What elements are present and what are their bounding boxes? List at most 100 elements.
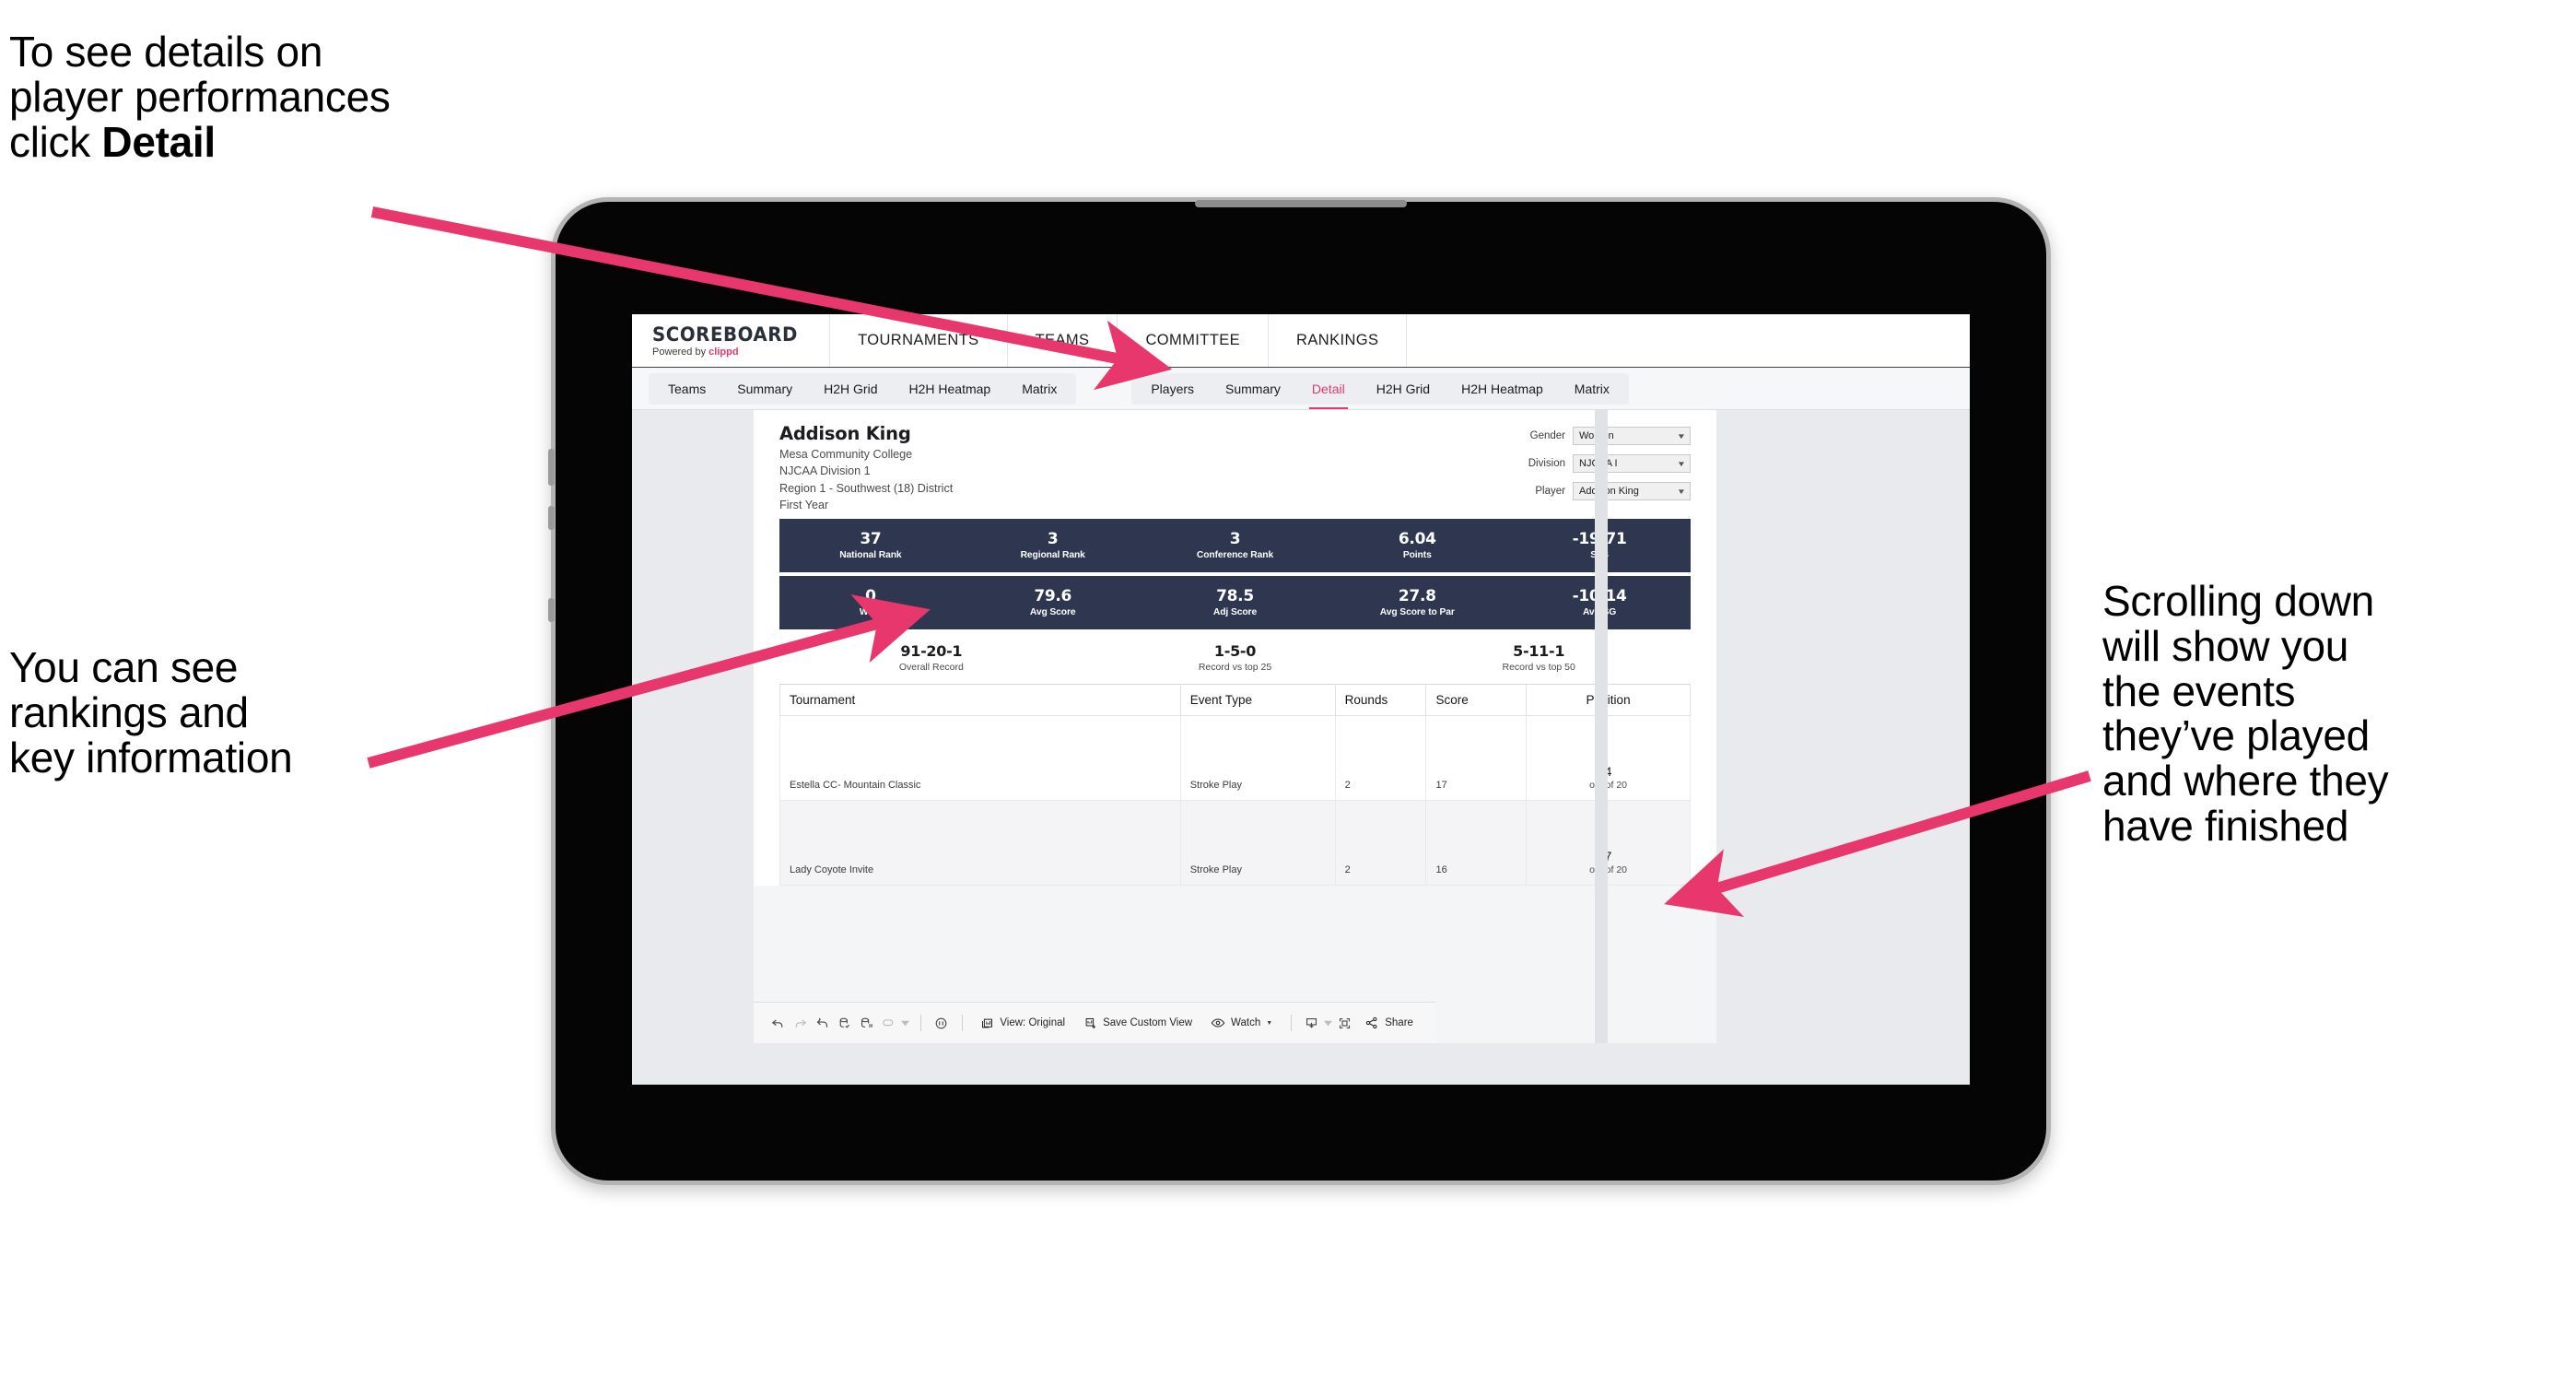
save-custom-view-button[interactable]: Save Custom View (1074, 1016, 1201, 1030)
filter-division: Division NJCAA I ▼ (1528, 454, 1691, 473)
share-label: Share (1385, 1017, 1413, 1028)
loop-icon[interactable] (877, 1007, 899, 1039)
view-original-button[interactable]: View: Original (971, 1016, 1074, 1030)
share-button[interactable]: Share (1355, 1016, 1423, 1030)
filter-player-label: Player (1535, 486, 1565, 497)
annotation-rankings: You can see rankings and key information (9, 643, 293, 781)
pause-auto-update-icon[interactable] (931, 1007, 953, 1039)
topnav-tournaments[interactable]: TOURNAMENTS (830, 314, 1008, 367)
filter-gender-select[interactable]: Women ▼ (1573, 427, 1691, 445)
stat-value: 27.8 (1398, 586, 1436, 605)
bottom-toolbar: View: Original Save Custom View Watch ▼ (754, 1002, 1435, 1043)
topnav-rankings[interactable]: RANKINGS (1269, 314, 1408, 367)
record-value: 5-11-1 (1513, 642, 1565, 660)
brand-subtitle: Powered by clippd (652, 346, 807, 358)
undo-icon[interactable] (767, 1007, 789, 1039)
tab-team-h2h-heatmap[interactable]: H2H Heatmap (894, 373, 1007, 405)
player-meta: Mesa Community College NJCAA Division 1 … (779, 446, 953, 513)
stat-label: National Rank (839, 550, 902, 561)
chevron-down-icon[interactable] (899, 1007, 911, 1039)
filter-gender: Gender Women ▼ (1528, 427, 1691, 445)
position-number: 7 (1604, 849, 1612, 863)
player-division: NJCAA Division 1 (779, 464, 871, 478)
filter-player-select[interactable]: Addison King ▼ (1573, 482, 1691, 500)
player-region: Region 1 - Southwest (18) District (779, 481, 954, 495)
tab-player-h2h-grid[interactable]: H2H Grid (1361, 373, 1446, 405)
topnav-committee[interactable]: COMMITTEE (1118, 314, 1270, 367)
filter-division-select[interactable]: NJCAA I ▼ (1573, 454, 1691, 473)
record-label: Record vs top 50 (1502, 662, 1575, 673)
tab-players[interactable]: Players (1135, 373, 1210, 405)
col-header-rounds[interactable]: Rounds (1334, 684, 1427, 716)
tab-teams[interactable]: Teams (652, 373, 721, 405)
cell-tournament: Estella CC- Mountain Classic (779, 715, 1181, 801)
cell-score: 16 (1425, 800, 1528, 886)
pause-data-icon[interactable] (855, 1007, 877, 1039)
player-header-row: Addison King Mesa Community College NJCA… (779, 423, 1691, 513)
download-icon[interactable] (1301, 1007, 1323, 1039)
device-button-power (548, 449, 555, 486)
watch-label: Watch (1231, 1017, 1261, 1028)
record-vs-top-50: 5-11-1 Record vs top 50 (1387, 642, 1691, 673)
chevron-down-icon: ▼ (1676, 487, 1687, 496)
annotation-scrolling: Scrolling down will show you the events … (2102, 577, 2389, 850)
events-table-head: Tournament Event Type Rounds Score Posit… (779, 684, 1691, 716)
tab-strip: Teams Summary H2H Grid H2H Heatmap Matri… (632, 368, 1970, 410)
device-button-volume-down (548, 598, 555, 622)
tab-team-matrix[interactable]: Matrix (1006, 373, 1072, 405)
stat-value: 79.6 (1034, 586, 1072, 605)
topnav-spacer (1407, 314, 1970, 367)
events-table: Tournament Event Type Rounds Score Posit… (779, 684, 1691, 886)
stats-band-primary: 37 National Rank 3 Regional Rank 3 Confe… (779, 519, 1691, 572)
col-header-score[interactable]: Score (1425, 684, 1528, 716)
brand-logo[interactable]: SCOREBOARD Powered by clippd (632, 314, 831, 367)
filter-division-label: Division (1528, 458, 1565, 469)
stat-wins: 0 Wins (779, 586, 962, 617)
stats-band-secondary: 0 Wins 79.6 Avg Score 78.5 Adj Score 27.… (779, 576, 1691, 629)
stat-value: 0 (865, 586, 876, 605)
topnav-teams[interactable]: TEAMS (1008, 314, 1118, 367)
stat-avg-score-to-par: 27.8 Avg Score to Par (1326, 586, 1508, 617)
records-row: 91-20-1 Overall Record 1-5-0 Record vs t… (779, 629, 1691, 684)
brand-clippd: clippd (708, 346, 739, 358)
filter-player: Player Addison King ▼ (1528, 482, 1691, 500)
watch-button[interactable]: Watch ▼ (1201, 1016, 1282, 1030)
tab-player-summary[interactable]: Summary (1210, 373, 1296, 405)
col-header-tournament[interactable]: Tournament (779, 684, 1181, 716)
tab-group-players: Players Summary Detail H2H Grid H2H Heat… (1131, 372, 1629, 409)
revert-icon[interactable] (811, 1007, 833, 1039)
stat-label: Adj Score (1212, 607, 1258, 618)
tab-team-h2h-grid[interactable]: H2H Grid (808, 373, 893, 405)
record-overall: 91-20-1 Overall Record (779, 642, 1083, 673)
cell-event-type: Stroke Play (1179, 715, 1336, 801)
redo-icon[interactable] (789, 1007, 811, 1039)
player-header-section: Addison King Mesa Community College NJCA… (754, 410, 1716, 684)
table-header-row: Tournament Event Type Rounds Score Posit… (779, 684, 1691, 716)
cell-event-type: Stroke Play (1179, 800, 1336, 886)
tab-player-h2h-heatmap[interactable]: H2H Heatmap (1446, 373, 1559, 405)
events-table-wrapper: Tournament Event Type Rounds Score Posit… (754, 684, 1716, 886)
tablet-device: SCOREBOARD Powered by clippd TOURNAMENTS… (548, 197, 2051, 1185)
col-header-event-type[interactable]: Event Type (1179, 684, 1336, 716)
refresh-data-icon[interactable] (833, 1007, 855, 1039)
tab-player-matrix[interactable]: Matrix (1559, 373, 1625, 405)
stat-value: 6.04 (1398, 529, 1436, 548)
stat-national-rank: 37 National Rank (779, 530, 962, 561)
brand-title: SCOREBOARD (652, 323, 798, 346)
save-custom-view-label: Save Custom View (1103, 1017, 1193, 1028)
dashboard-right-padding (1716, 410, 1970, 1043)
card-right-edge (1595, 410, 1608, 1043)
fullscreen-icon[interactable] (1333, 1007, 1355, 1039)
col-header-position[interactable]: Position (1526, 684, 1691, 716)
player-detail-card: Addison King Mesa Community College NJCA… (754, 410, 1716, 1043)
stat-value: 78.5 (1216, 586, 1254, 605)
table-row[interactable]: Estella CC- Mountain Classic Stroke Play… (779, 715, 1691, 801)
table-row[interactable]: Lady Coyote Invite Stroke Play 2 16 7 ou… (779, 800, 1691, 886)
tab-player-detail[interactable]: Detail (1296, 373, 1361, 409)
tab-team-summary[interactable]: Summary (721, 373, 808, 405)
chevron-down-icon[interactable] (1323, 1007, 1333, 1039)
record-value: 91-20-1 (900, 642, 963, 660)
toolbar-divider (961, 1015, 963, 1031)
stat-label: Points (1402, 550, 1432, 561)
chevron-down-icon: ▼ (1676, 431, 1687, 440)
